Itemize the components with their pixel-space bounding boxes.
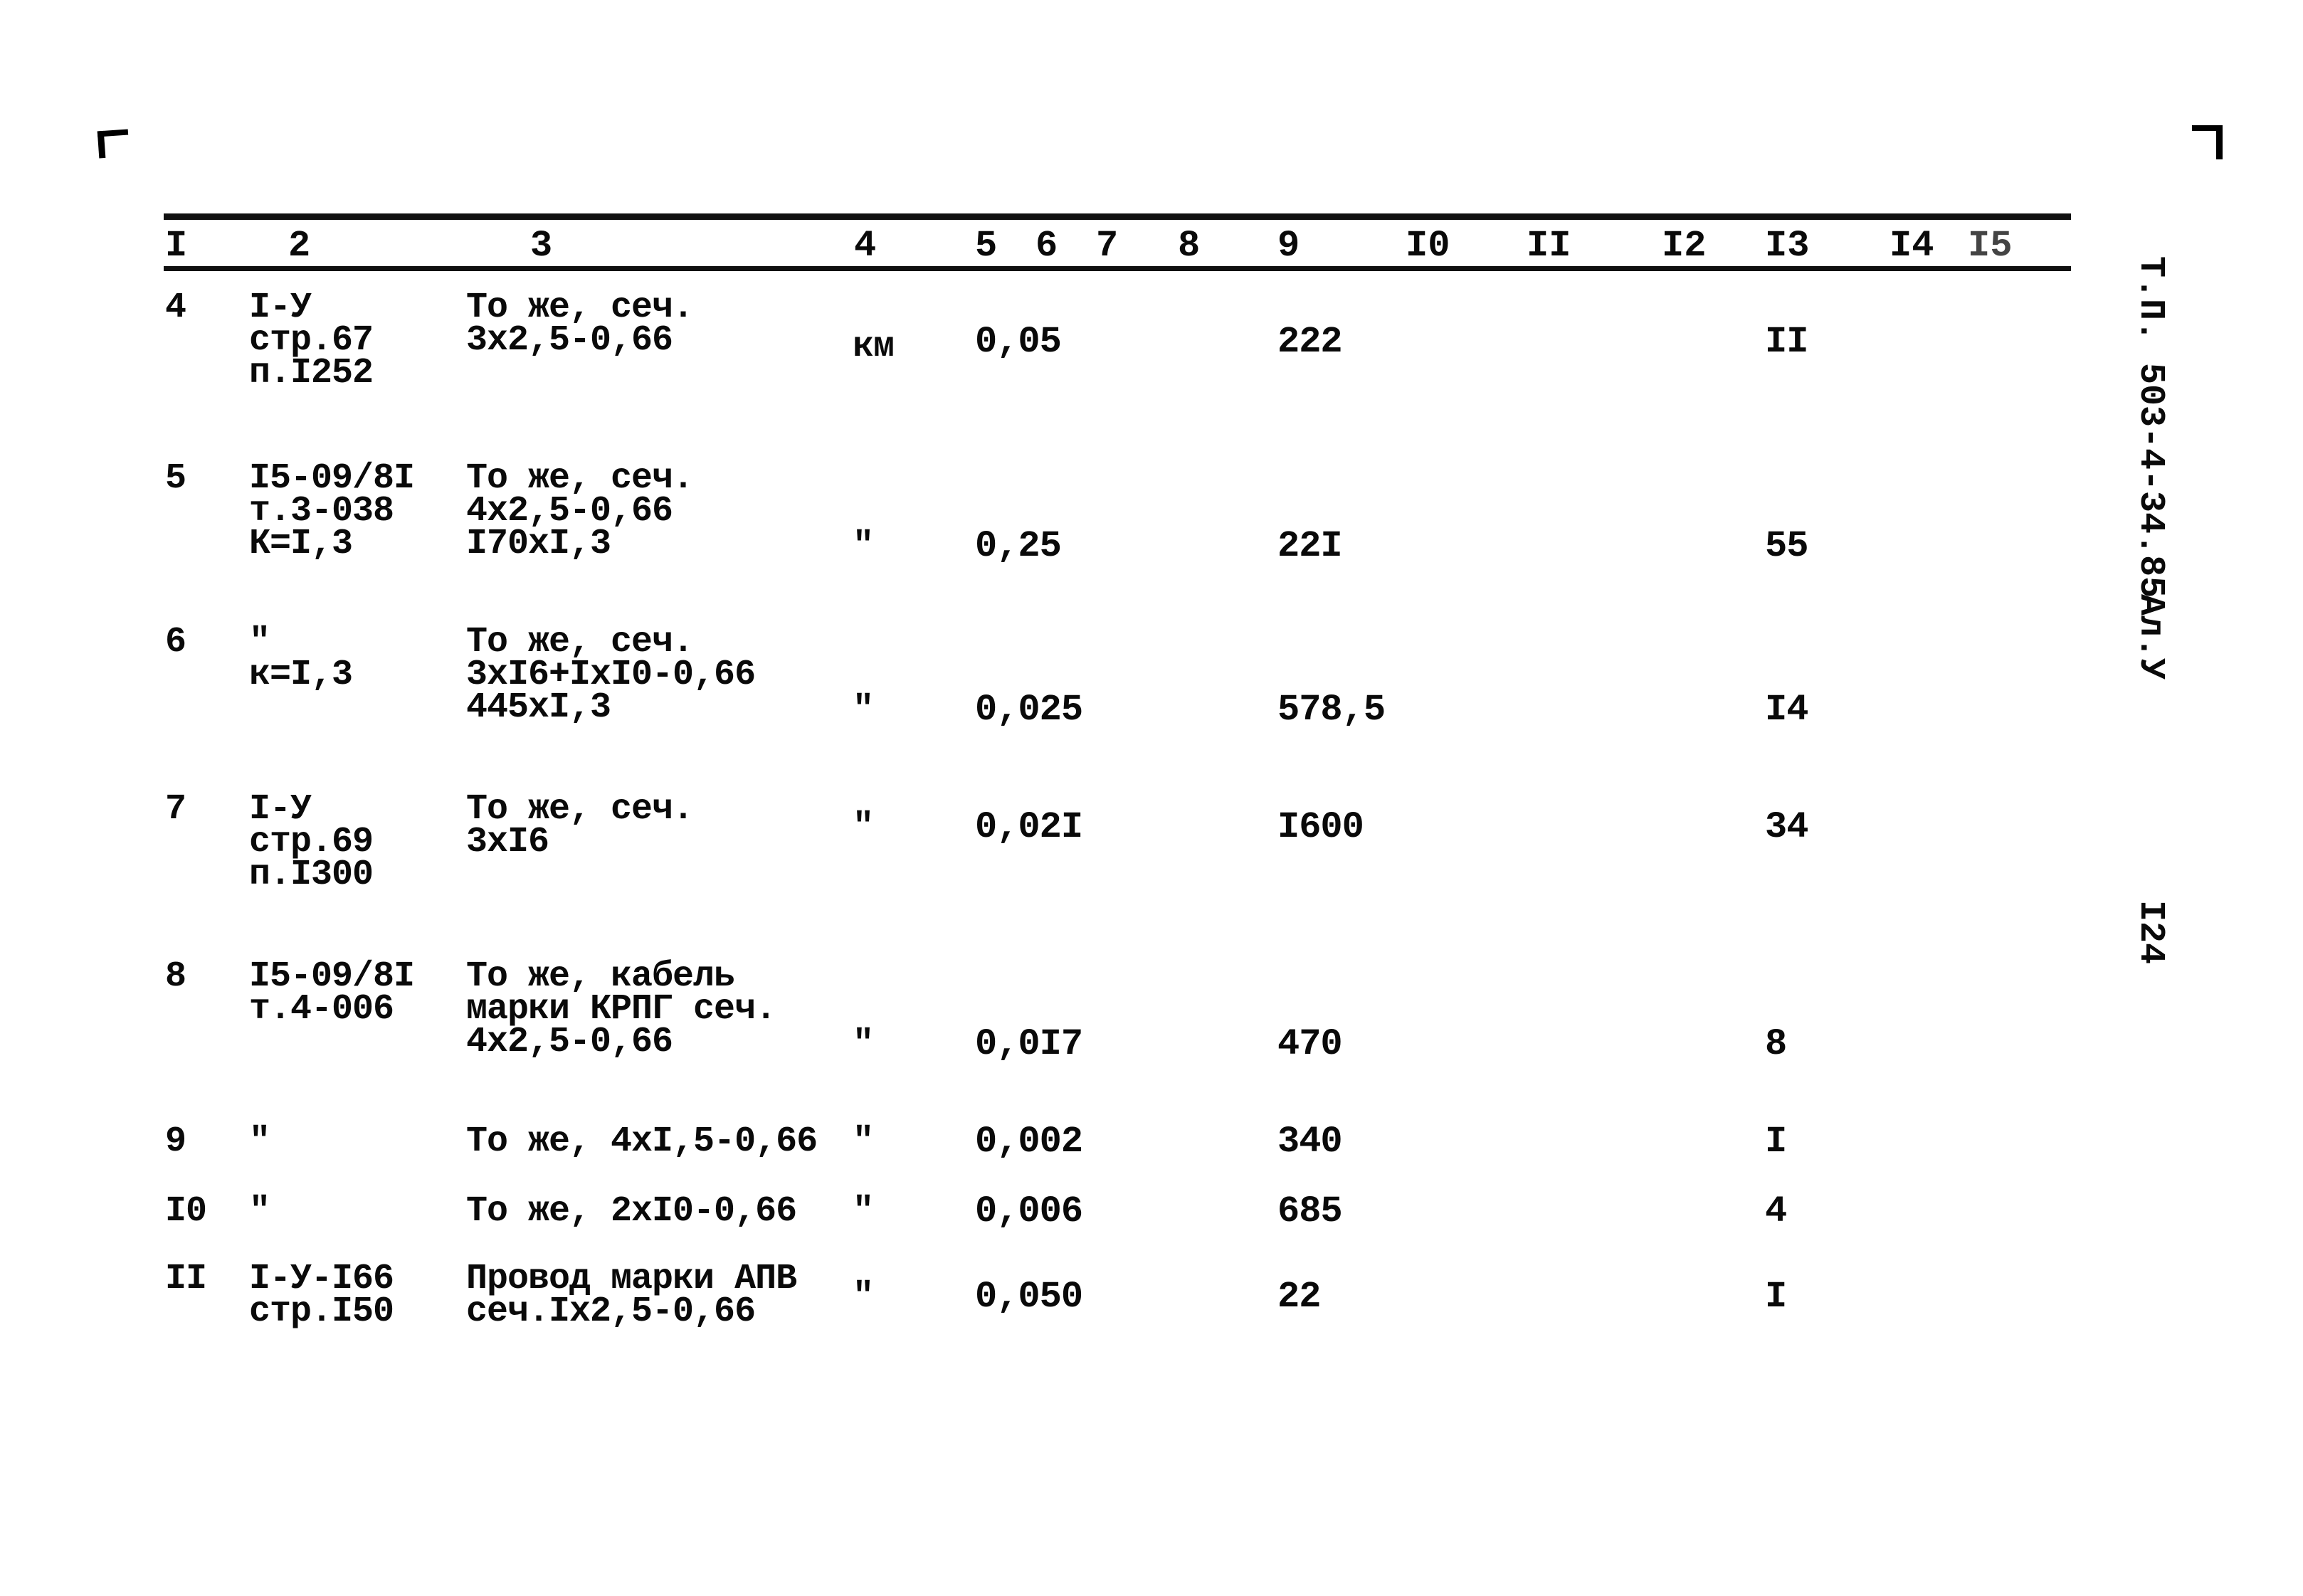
- column-header-11: II: [1527, 225, 1571, 267]
- rate-reference-line: к=I,3: [249, 655, 353, 695]
- rate-reference-line: т.4-006: [249, 989, 394, 1030]
- total-cost-value: 4: [1765, 1190, 1787, 1232]
- quantity-value: 0,006: [975, 1190, 1083, 1232]
- description-line: 3х2,5-0,66: [466, 320, 673, 361]
- description-line: I70хI,3: [466, 524, 611, 564]
- row-number: I0: [165, 1191, 207, 1232]
- total-cost-value: II: [1765, 321, 1808, 363]
- column-header-15: I5: [1968, 225, 2013, 267]
- unit-cost-value: I600: [1277, 806, 1364, 848]
- quantity-value: 0,05: [975, 321, 1062, 363]
- header-bottom-rule: [164, 266, 2071, 271]
- quantity-value: 0,0I7: [975, 1023, 1083, 1065]
- corner-mark-top-right: [2192, 125, 2223, 159]
- rate-reference-line: ": [249, 1191, 270, 1232]
- column-header-7: 7: [1096, 225, 1119, 267]
- column-header-6: 6: [1035, 225, 1058, 267]
- quantity-value: 0,025: [975, 689, 1083, 731]
- header-top-rule: [164, 213, 2071, 220]
- unit-of-measure: ": [853, 689, 874, 730]
- document-code-label: Т.П. 503-4-34.85: [2130, 256, 2171, 598]
- row-number: 4: [165, 287, 186, 328]
- rate-reference-line: п.I300: [249, 855, 374, 895]
- unit-cost-value: 222: [1277, 321, 1343, 363]
- quantity-value: 0,050: [975, 1276, 1083, 1318]
- column-header-4: 4: [854, 225, 877, 267]
- rate-reference-line: К=I,3: [249, 524, 353, 564]
- unit-cost-value: 470: [1277, 1023, 1343, 1065]
- unit-cost-value: 340: [1277, 1121, 1343, 1163]
- column-header-14: I4: [1890, 225, 1934, 267]
- total-cost-value: 8: [1765, 1023, 1787, 1065]
- unit-of-measure: км: [853, 327, 895, 367]
- quantity-value: 0,002: [975, 1121, 1083, 1163]
- total-cost-value: 34: [1765, 806, 1808, 848]
- unit-of-measure: ": [853, 1121, 874, 1162]
- row-number: 7: [165, 789, 186, 830]
- quantity-value: 0,02I: [975, 806, 1083, 848]
- description-line: 4х2,5-0,66: [466, 1022, 673, 1062]
- total-cost-value: I: [1765, 1121, 1787, 1163]
- description-line: сеч.Iх2,5-0,66: [466, 1291, 756, 1332]
- unit-cost-value: 685: [1277, 1190, 1343, 1232]
- total-cost-value: 55: [1765, 525, 1808, 567]
- row-number: 5: [165, 458, 186, 499]
- description-line: 445хI,3: [466, 687, 611, 728]
- row-number: 8: [165, 956, 186, 997]
- unit-cost-value: 22I: [1277, 525, 1343, 567]
- unit-of-measure: ": [853, 1277, 874, 1317]
- unit-cost-value: 578,5: [1277, 689, 1386, 731]
- rate-reference-line: ": [249, 1121, 270, 1162]
- column-header-8: 8: [1178, 225, 1201, 267]
- column-header-3: 3: [530, 225, 553, 267]
- page-number: I24: [2130, 900, 2171, 965]
- column-header-10: I0: [1406, 225, 1450, 267]
- quantity-value: 0,25: [975, 525, 1062, 567]
- album-label: Ал.У: [2130, 594, 2171, 680]
- corner-mark-top-left: [97, 129, 130, 159]
- column-header-1: I: [165, 225, 188, 267]
- row-number: II: [165, 1259, 207, 1299]
- description-line: То же, 4хI,5-0,66: [466, 1121, 818, 1162]
- column-header-2: 2: [288, 225, 311, 267]
- unit-of-measure: ": [853, 526, 874, 566]
- unit-of-measure: ": [853, 1191, 874, 1232]
- row-number: 6: [165, 622, 186, 662]
- total-cost-value: I: [1765, 1276, 1787, 1318]
- unit-of-measure: ": [853, 807, 874, 847]
- rate-reference-line: п.I252: [249, 353, 374, 393]
- column-header-13: I3: [1765, 225, 1810, 267]
- column-header-12: I2: [1662, 225, 1707, 267]
- row-number: 9: [165, 1121, 186, 1162]
- description-line: То же, 2хI0-0,66: [466, 1191, 797, 1232]
- column-header-5: 5: [975, 225, 998, 267]
- column-header-9: 9: [1277, 225, 1300, 267]
- description-line: 3хI6: [466, 822, 549, 862]
- unit-cost-value: 22: [1277, 1276, 1321, 1318]
- rate-reference-line: стр.I50: [249, 1291, 394, 1332]
- total-cost-value: I4: [1765, 689, 1808, 731]
- unit-of-measure: ": [853, 1024, 874, 1064]
